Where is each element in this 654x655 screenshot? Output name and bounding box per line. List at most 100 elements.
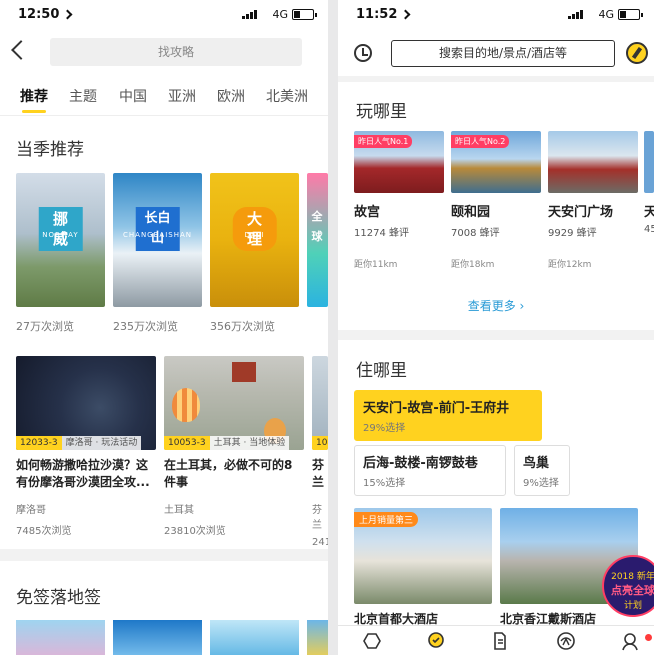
status-time: 12:50 xyxy=(18,7,60,22)
article-card-morocco[interactable]: 12033-3 摩洛哥 · 玩法话动 如何畅游撒哈拉沙漠？这有份摩洛哥沙漠团全攻.… xyxy=(16,356,156,537)
visa-card[interactable] xyxy=(210,620,299,655)
tab-asia[interactable]: 亚洲 xyxy=(168,86,196,106)
destination-views: 356万次浏览 xyxy=(210,320,275,333)
hotel-image: 上月销量第三 xyxy=(354,508,492,604)
battery-icon xyxy=(618,9,643,20)
tab-bar: 推荐 主题 中国 亚洲 欧洲 北美洲 xyxy=(0,80,328,116)
signal-icon xyxy=(568,9,584,19)
article-author: 芬兰 xyxy=(312,505,322,531)
destination-card-global[interactable]: 全球 xyxy=(307,173,328,307)
signal-icon xyxy=(242,9,258,19)
spot-card-tiananmen[interactable]: 天安门广场 9929 蜂评 距你12km xyxy=(548,131,638,270)
destination-card-dali[interactable]: 大理 DALI xyxy=(210,173,299,307)
status-bar: 11:52 4G xyxy=(338,0,654,30)
status-bar: 12:50 4G xyxy=(0,0,328,30)
spot-card-yiheyuan[interactable]: 昨日人气No.2 颐和园 7008 蜂评 距你18km xyxy=(451,131,541,270)
destination-card-norway[interactable]: 挪威 NORWAY xyxy=(16,173,105,307)
article-title: 芬兰 xyxy=(312,458,325,489)
article-title: 在土耳其，必做不可的8件事 xyxy=(164,458,293,489)
bottom-tab-bar xyxy=(338,625,654,655)
battery-icon xyxy=(292,9,317,20)
article-badge: 12033-3 摩洛哥 · 玩法话动 xyxy=(16,436,142,450)
destination-name: 大理 xyxy=(232,207,277,251)
destination-name: 长白山 xyxy=(135,207,180,251)
see-more-link[interactable]: 查看更多 › xyxy=(338,297,654,314)
search-input[interactable]: 找攻略 xyxy=(50,38,302,66)
balloon-icon xyxy=(232,362,256,382)
tab-indicator xyxy=(22,110,46,113)
search-input[interactable]: 搜索目的地/景点/酒店等 xyxy=(391,40,615,67)
home-icon[interactable] xyxy=(362,631,382,651)
area-option-houhai[interactable]: 后海-鼓楼-南锣鼓巷 15%选择 xyxy=(354,445,506,496)
spot-name: 颐和园 xyxy=(451,205,491,220)
spot-name: 天 xyxy=(644,205,654,220)
sales-badge: 上月销量第三 xyxy=(354,512,419,527)
article-badge-who: 土耳其 · 当地体验 xyxy=(209,436,290,450)
section-title-seasonal: 当季推荐 xyxy=(16,140,84,160)
notes-icon[interactable] xyxy=(490,631,510,651)
area-option-tiananmen[interactable]: 天安门-故宫-前门-王府井 29%选择 xyxy=(354,390,542,441)
spot-image: 昨日人气No.2 xyxy=(451,131,541,193)
spot-distance: 距你11km xyxy=(354,260,398,270)
destination-sub: DALI xyxy=(244,231,265,239)
spot-reviews: 7008 蜂评 xyxy=(451,228,500,239)
section-title-stay: 住哪里 xyxy=(356,361,407,381)
spot-name: 天安门广场 xyxy=(548,205,614,220)
area-percent: 9%选择 xyxy=(523,478,559,489)
tab-theme[interactable]: 主题 xyxy=(69,86,97,106)
visa-card[interactable] xyxy=(16,620,105,655)
destination-name: 全球 xyxy=(311,210,323,243)
article-views: 23810次浏览 xyxy=(164,526,226,537)
back-icon[interactable] xyxy=(11,40,31,60)
article-badge-num: 12033-3 xyxy=(16,436,62,450)
spot-image xyxy=(548,131,638,193)
right-screen: 11:52 4G 搜索目的地/景点/酒店等 玩哪里 昨日人气No.1 故宫 11… xyxy=(338,0,654,655)
network-label: 4G xyxy=(272,8,288,21)
tab-china[interactable]: 中国 xyxy=(119,86,147,106)
spot-reviews: 9929 蜂评 xyxy=(548,228,597,239)
area-name: 鸟巢 xyxy=(523,456,550,471)
destination-sub: CHANGBAISHAN xyxy=(123,231,192,239)
notification-dot xyxy=(645,634,652,641)
visa-card[interactable] xyxy=(113,620,202,655)
article-image: 12033-3 摩洛哥 · 玩法话动 xyxy=(16,356,156,450)
area-name: 天安门-故宫-前门-王府井 xyxy=(363,401,510,416)
spot-card-gugong[interactable]: 昨日人气No.1 故宫 11274 蜂评 距你11km xyxy=(354,131,444,270)
spot-image xyxy=(644,131,654,193)
article-author: 摩洛哥 xyxy=(16,505,46,516)
location-arrow-icon xyxy=(400,9,411,20)
spot-image: 昨日人气No.1 xyxy=(354,131,444,193)
bee-icon[interactable] xyxy=(556,631,576,651)
promo-badge[interactable]: 2018 新年 点亮全球 计划 xyxy=(602,555,654,617)
section-title-visa: 免签落地签 xyxy=(16,588,101,608)
destination-sub: NORWAY xyxy=(42,231,79,239)
compass-icon[interactable] xyxy=(626,42,648,64)
tab-europe[interactable]: 欧洲 xyxy=(217,86,245,106)
article-author: 土耳其 xyxy=(164,505,194,516)
area-percent: 29%选择 xyxy=(363,423,406,434)
article-card-finland[interactable]: 104 芬兰 芬兰 241 xyxy=(312,356,328,548)
hotel-card-shoudu[interactable]: 上月销量第三 北京首都大酒店 xyxy=(354,508,492,627)
play-section: 玩哪里 昨日人气No.1 故宫 11274 蜂评 距你11km 昨日人气No.2… xyxy=(338,82,654,330)
article-badge-num: 10053-3 xyxy=(164,436,210,450)
destination-views: 235万次浏览 xyxy=(113,320,178,333)
destination-card-changbaishan[interactable]: 长白山 CHANGBAISHAN xyxy=(113,173,202,307)
spot-name: 故宫 xyxy=(354,205,381,220)
article-badge: 10053-3 土耳其 · 当地体验 xyxy=(164,436,290,450)
location-pin-icon[interactable] xyxy=(426,631,446,651)
area-option-niaochao[interactable]: 鸟巢 9%选择 xyxy=(514,445,570,496)
profile-icon[interactable] xyxy=(620,631,640,651)
article-views: 7485次浏览 xyxy=(16,526,72,537)
article-views: 241 xyxy=(312,537,328,548)
article-image: 10053-3 土耳其 · 当地体验 xyxy=(164,356,304,450)
promo-text: 点亮全球 xyxy=(611,584,654,597)
article-card-turkey[interactable]: 10053-3 土耳其 · 当地体验 在土耳其，必做不可的8件事 土耳其 2381… xyxy=(164,356,304,537)
history-icon[interactable] xyxy=(354,44,372,62)
tab-recommend[interactable]: 推荐 xyxy=(20,86,48,106)
article-badge: 104 xyxy=(312,436,328,450)
visa-card[interactable] xyxy=(307,620,328,655)
spot-card-partial[interactable]: 天 45 xyxy=(644,131,654,235)
tab-north-america[interactable]: 北美洲 xyxy=(266,86,308,106)
destination-name: 挪威 xyxy=(38,207,83,251)
article-title: 如何畅游撒哈拉沙漠？这有份摩洛哥沙漠团全攻... xyxy=(16,458,150,489)
